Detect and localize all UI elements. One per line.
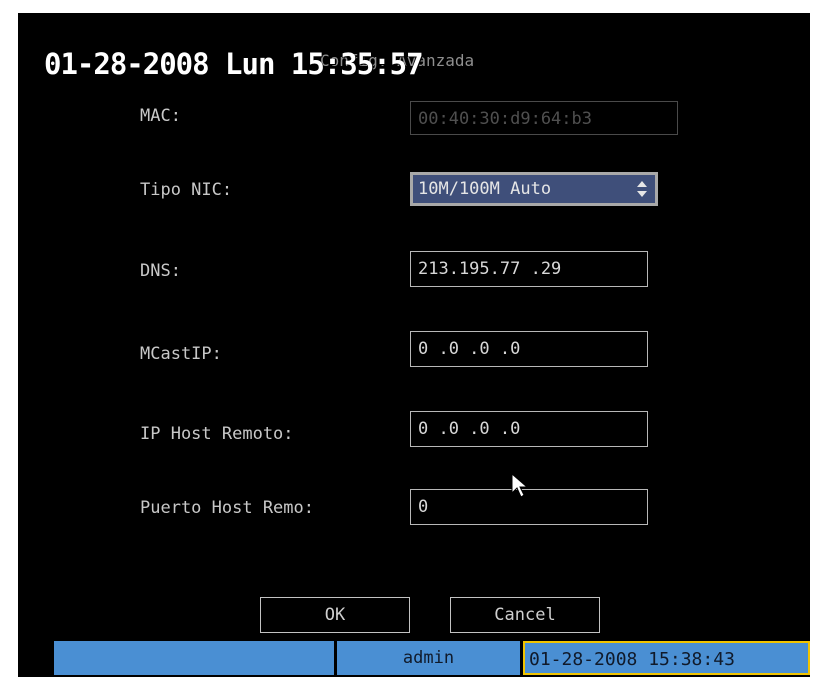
osd-datetime: 01-28-2008 Lun 15:35:57 [44,47,424,81]
dvr-screen: Config. Avanzada 01-28-2008 Lun 15:35:57… [18,13,810,677]
status-segment [54,641,334,675]
up-down-arrow-icon [637,181,647,197]
nic-type-select[interactable]: 10M/100M Auto [410,172,658,206]
remote-host-ip-field[interactable]: 0 .0 .0 .0 [410,411,648,447]
status-user: admin [337,641,520,675]
mac-label: MAC: [140,106,181,126]
mcast-ip-field[interactable]: 0 .0 .0 .0 [410,331,648,367]
mouse-cursor-icon [511,473,529,498]
nic-type-value: 10M/100M Auto [418,179,552,199]
cancel-button[interactable]: Cancel [450,597,600,633]
remote-host-port-label: Puerto Host Remo: [140,498,314,518]
nic-type-label: Tipo NIC: [140,180,233,200]
ok-button[interactable]: OK [260,597,410,633]
dns-label: DNS: [140,261,181,281]
status-bar: admin 01-28-2008 15:38:43 [54,641,810,675]
mac-field: 00:40:30:d9:64:b3 [410,101,678,135]
mcast-ip-label: MCastIP: [140,344,222,364]
remote-host-ip-label: IP Host Remoto: [140,424,294,444]
dns-field[interactable]: 213.195.77 .29 [410,251,648,287]
status-datetime: 01-28-2008 15:38:43 [523,641,810,675]
